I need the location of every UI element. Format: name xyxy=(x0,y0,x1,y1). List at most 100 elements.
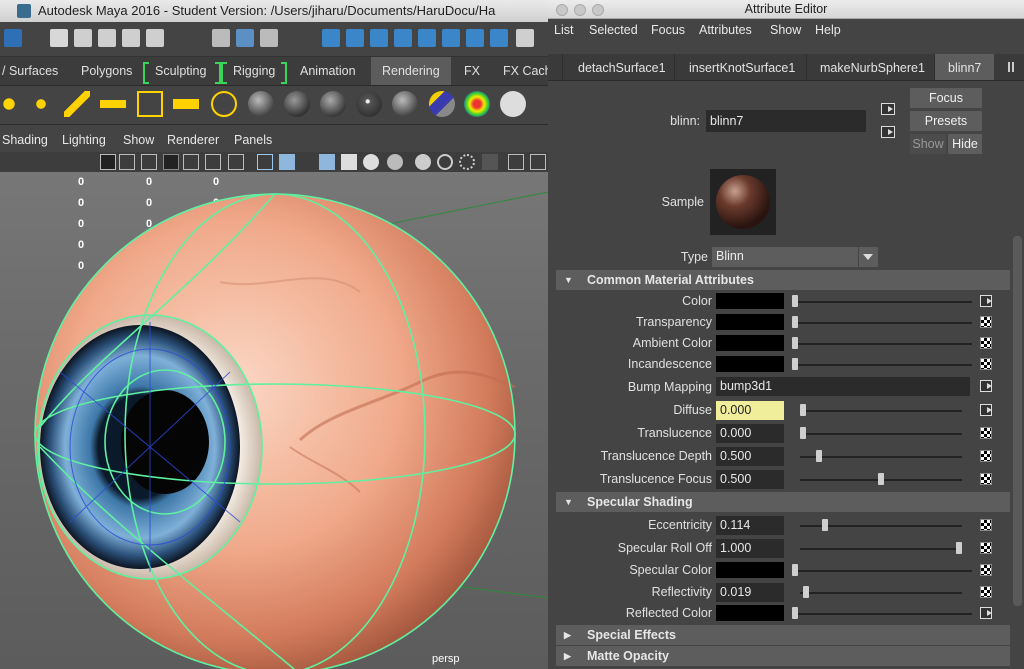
eccentricity-slider-handle[interactable] xyxy=(821,519,828,531)
safe-action-icon[interactable] xyxy=(205,154,221,170)
anisotropic-shader-icon[interactable] xyxy=(392,91,418,117)
smooth-shade-icon[interactable] xyxy=(279,154,295,170)
menuset-icon[interactable] xyxy=(4,29,22,47)
camera-aim-icon[interactable] xyxy=(211,91,237,117)
point-light-icon[interactable] xyxy=(28,91,54,117)
lambert-shader-icon[interactable] xyxy=(284,91,310,117)
shelf-tab-rigging[interactable]: Rigging xyxy=(233,57,275,85)
specular-color-slider-track[interactable] xyxy=(792,570,972,572)
translucence-field[interactable] xyxy=(716,424,784,443)
menu-selected[interactable]: Selected xyxy=(589,23,638,37)
depth-of-field-icon[interactable] xyxy=(482,154,498,170)
wireframe-icon[interactable] xyxy=(257,154,273,170)
snap-live-icon[interactable] xyxy=(442,29,460,47)
map-button-icon[interactable] xyxy=(980,607,992,619)
attribute-editor-scrollbar[interactable] xyxy=(1013,236,1022,606)
snap-to-view-plane-icon[interactable] xyxy=(394,29,412,47)
persp-viewport[interactable]: 0 0 0 0 0 0 0 0 0 0 0 0 0 0 0 xyxy=(0,172,548,669)
eccentricity-field[interactable] xyxy=(716,516,784,535)
textured-icon[interactable] xyxy=(341,154,357,170)
shelf-tab-animation[interactable]: Animation xyxy=(300,57,356,85)
panel-menu-show[interactable]: Show xyxy=(123,133,154,147)
tab-detachSurface1[interactable]: detachSurface1 xyxy=(562,54,681,80)
panel-menu-panels[interactable]: Panels xyxy=(234,133,272,147)
menu-show[interactable]: Show xyxy=(770,23,801,37)
reflectivity-field[interactable] xyxy=(716,583,784,602)
snap-to-grid-icon[interactable] xyxy=(322,29,340,47)
shadows-icon[interactable] xyxy=(387,154,403,170)
phong-shader-icon[interactable] xyxy=(320,91,346,117)
section-matte-opacity[interactable]: ▶ Matte Opacity xyxy=(556,646,1010,666)
specular-roll-off-slider-handle[interactable] xyxy=(956,542,962,554)
reflectivity-slider-handle[interactable] xyxy=(803,586,810,598)
map-checker-icon[interactable] xyxy=(980,427,992,439)
menu-list[interactable]: List xyxy=(554,23,573,37)
redo-icon[interactable] xyxy=(146,29,164,47)
ambient-color-swatch[interactable] xyxy=(716,335,784,351)
motion-blur-icon[interactable] xyxy=(437,154,453,170)
type-dropdown[interactable]: Blinn xyxy=(712,247,878,267)
specular-roll-off-field[interactable] xyxy=(716,539,784,558)
screen-space-ao-icon[interactable] xyxy=(415,154,431,170)
map-button-icon[interactable] xyxy=(980,404,992,416)
translucence-depth-field[interactable] xyxy=(716,447,784,466)
hide-button[interactable]: Hide xyxy=(948,134,982,154)
phongE-shader-icon[interactable] xyxy=(356,91,382,117)
incandescence-slider-track[interactable] xyxy=(792,364,972,366)
select-by-object-icon[interactable] xyxy=(236,29,254,47)
shelf-tab-fx[interactable]: FX xyxy=(464,57,480,85)
tab-blinn7[interactable]: blinn7 xyxy=(934,54,995,80)
map-checker-icon[interactable] xyxy=(980,316,992,328)
map-checker-icon[interactable] xyxy=(980,450,992,462)
film-gate-icon[interactable] xyxy=(119,154,135,170)
blinn-shader-icon[interactable] xyxy=(248,91,274,117)
shelf-tab-polygons[interactable]: Polygons xyxy=(81,57,132,85)
ramp-shader-icon[interactable] xyxy=(429,91,455,117)
undo-icon[interactable] xyxy=(122,29,140,47)
output-connections-icon[interactable] xyxy=(881,126,895,138)
panel-menu-renderer[interactable]: Renderer xyxy=(167,133,219,147)
translucence-depth-slider-track[interactable] xyxy=(800,456,962,458)
spot-light-icon[interactable] xyxy=(64,91,90,117)
snap-to-surface-icon[interactable] xyxy=(418,29,436,47)
snap-to-curve-icon[interactable] xyxy=(346,29,364,47)
eyeball-model[interactable] xyxy=(0,172,548,669)
diffuse-slider-track[interactable] xyxy=(800,410,962,412)
node-name-field[interactable] xyxy=(706,110,866,132)
safe-title-icon[interactable] xyxy=(228,154,244,170)
color-slider-handle[interactable] xyxy=(792,295,798,307)
surface-shader-icon[interactable] xyxy=(464,91,490,117)
map-checker-icon[interactable] xyxy=(980,586,992,598)
close-icon[interactable] xyxy=(556,4,568,16)
color-swatch[interactable] xyxy=(716,293,784,309)
section-common-material[interactable]: ▼ Common Material Attributes xyxy=(556,270,1010,290)
ambient-slider-handle[interactable] xyxy=(792,337,798,349)
section-special-effects[interactable]: ▶ Special Effects xyxy=(556,625,1010,645)
map-checker-icon[interactable] xyxy=(980,473,992,485)
menu-attributes[interactable]: Attributes xyxy=(699,23,752,37)
section-specular-shading[interactable]: ▼ Specular Shading xyxy=(556,492,1010,512)
show-button[interactable]: Show xyxy=(910,134,946,154)
translucence-depth-slider-handle[interactable] xyxy=(815,450,822,462)
bump-mapping-field[interactable] xyxy=(716,377,970,396)
translucence-slider-track[interactable] xyxy=(800,433,962,435)
xray-icon[interactable] xyxy=(530,154,546,170)
shelf-tab-sculpting[interactable]: Sculpting xyxy=(155,57,206,85)
map-button-icon[interactable] xyxy=(980,380,992,392)
reflected-color-slider-track[interactable] xyxy=(792,613,972,615)
ambient-slider-track[interactable] xyxy=(792,343,972,345)
select-by-component-icon[interactable] xyxy=(260,29,278,47)
shelf-tab-rendering[interactable]: Rendering xyxy=(371,57,451,85)
render-frame-icon[interactable] xyxy=(490,29,508,47)
map-checker-icon[interactable] xyxy=(980,564,992,576)
translucence-focus-field[interactable] xyxy=(716,470,784,489)
select-by-hierarchy-icon[interactable] xyxy=(212,29,230,47)
incandescence-slider-handle[interactable] xyxy=(792,358,798,370)
use-all-lights-icon[interactable] xyxy=(363,154,379,170)
menu-focus[interactable]: Focus xyxy=(651,23,685,37)
save-scene-icon[interactable] xyxy=(98,29,116,47)
minimize-icon[interactable] xyxy=(574,4,586,16)
field-chart-icon[interactable] xyxy=(183,154,199,170)
input-connections-icon[interactable] xyxy=(881,103,895,115)
translucence-focus-slider-handle[interactable] xyxy=(878,473,884,485)
